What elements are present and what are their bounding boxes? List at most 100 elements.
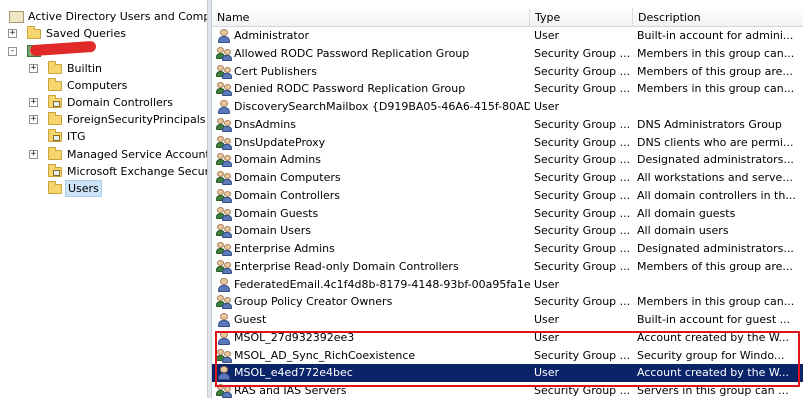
tree-item-label: Saved Queries — [46, 27, 126, 40]
folder-icon — [47, 181, 63, 195]
group-icon — [216, 64, 232, 80]
tree-root-label: Active Directory Users and Comput — [28, 10, 207, 23]
expand-icon[interactable]: + — [29, 98, 38, 107]
tree-item-label: Microsoft Exchange Securit — [67, 165, 207, 178]
table-row[interactable]: FederatedEmail.4c1f4d8b-8179-4148-93bf-0… — [212, 276, 803, 294]
cell-type: Security Group ... — [534, 171, 630, 184]
list-header: Name Type Description — [212, 8, 803, 27]
table-row[interactable]: MSOL_AD_Sync_RichCoexistence Security Gro… — [212, 347, 803, 365]
cell-name: RAS and IAS Servers — [234, 384, 347, 397]
cell-type: Security Group ... — [534, 188, 630, 202]
cell-type: User — [534, 330, 560, 344]
table-row[interactable]: Guest User Built-in account for guest ... — [212, 311, 803, 329]
group-icon — [216, 188, 232, 204]
cell-name: MSOL_27d932392ee3 — [234, 330, 355, 344]
cell-description: Security group for Windo... — [637, 348, 785, 362]
group-icon — [216, 81, 232, 97]
table-row[interactable]: Denied RODC Password Replication Group Se… — [212, 80, 803, 98]
table-row[interactable]: Enterprise Admins Security Group ... Desig… — [212, 240, 803, 258]
tree-item-label: Builtin — [67, 62, 102, 75]
cell-name: Domain Guests — [234, 206, 319, 220]
folder-icon — [26, 26, 42, 40]
folder-icon — [47, 78, 63, 92]
folder-icon — [47, 112, 63, 126]
table-row[interactable]: MSOL_e4ed772e4bec User Account created by … — [212, 364, 803, 383]
user-icon — [216, 365, 232, 381]
expand-icon[interactable]: + — [29, 150, 38, 159]
table-row[interactable]: Enterprise Read-only Domain Controllers S… — [212, 258, 803, 276]
column-header-type[interactable]: Type — [530, 8, 633, 27]
cell-name: Enterprise Admins — [234, 242, 335, 255]
cell-type: Security Group ... — [534, 384, 630, 397]
cell-description: Members in this group can... — [637, 295, 795, 309]
cell-name: Guest — [234, 313, 267, 326]
tree-item-label: Managed Service Accounts — [67, 148, 207, 161]
table-row[interactable]: Domain Users Security Group ... All domain… — [212, 222, 803, 240]
group-icon — [216, 223, 232, 239]
group-icon — [216, 135, 232, 151]
tree-item-label: ForeignSecurityPrincipals — [67, 113, 206, 126]
cell-description: All domain users — [637, 224, 729, 238]
cell-description: Servers in this group can ... — [637, 384, 789, 397]
cell-type: Security Group ... — [534, 153, 630, 167]
ad-users-computers-icon — [8, 9, 24, 23]
cell-type: Security Group ... — [534, 348, 630, 362]
cell-description: Members in this group can... — [637, 46, 795, 60]
user-icon — [216, 28, 232, 44]
table-row[interactable]: DiscoverySearchMailbox {D919BA05-46A6-41… — [212, 98, 803, 116]
table-row[interactable]: MSOL_27d932392ee3 User Account created by … — [212, 329, 803, 347]
cell-name: Denied RODC Password Replication Group — [234, 82, 466, 96]
cell-description: Members of this group are... — [637, 64, 793, 78]
cell-description: Account created by the W... — [637, 366, 789, 380]
cell-type: User — [534, 100, 560, 113]
group-icon — [216, 259, 232, 275]
table-row[interactable]: DnsUpdateProxy Security Group ... DNS clie… — [212, 134, 803, 152]
cell-name: FederatedEmail.4c1f4d8b-8179-4148-93bf-0… — [234, 277, 530, 291]
cell-type: Security Group ... — [534, 206, 630, 220]
folder-icon — [47, 147, 63, 161]
group-icon — [216, 46, 232, 62]
table-row[interactable]: Domain Controllers Security Group ... All … — [212, 187, 803, 205]
expand-icon[interactable]: + — [29, 115, 38, 124]
group-icon — [216, 117, 232, 133]
column-header-name[interactable]: Name — [212, 8, 530, 27]
group-icon — [216, 170, 232, 186]
user-icon — [216, 99, 232, 115]
folder-icon — [47, 61, 63, 75]
cell-description: Designated administrators... — [637, 153, 794, 167]
expand-icon[interactable]: + — [8, 29, 17, 38]
cell-type: Security Group ... — [534, 117, 630, 131]
table-row[interactable]: DnsAdmins Security Group ... DNS Administr… — [212, 116, 803, 134]
cell-type: Security Group ... — [534, 64, 630, 78]
user-icon — [216, 330, 232, 346]
cell-type: Security Group ... — [534, 295, 630, 309]
cell-name: Enterprise Read-only Domain Controllers — [234, 259, 459, 273]
tree-item-label: Users — [65, 180, 102, 197]
table-row[interactable]: Domain Computers Security Group ... All wo… — [212, 169, 803, 187]
cell-name: MSOL_AD_Sync_RichCoexistence — [234, 348, 416, 362]
group-icon — [216, 348, 232, 364]
collapse-icon[interactable]: - — [8, 47, 17, 56]
cell-type: Security Group ... — [534, 46, 630, 60]
column-header-description[interactable]: Description — [633, 8, 803, 27]
user-icon — [216, 312, 232, 328]
table-row[interactable]: Domain Admins Security Group ... Designate… — [212, 151, 803, 169]
console-tree: Active Directory Users and Comput + Saved… — [0, 0, 207, 398]
cell-description: Account created by the W... — [637, 330, 789, 344]
cell-name: MSOL_e4ed772e4bec — [234, 366, 353, 380]
cell-description: All domain controllers in th... — [637, 188, 796, 202]
ou-folder-icon — [47, 164, 63, 178]
table-row[interactable]: Administrator User Built-in account for ad… — [212, 27, 803, 45]
cell-type: Security Group ... — [534, 259, 630, 273]
table-row[interactable]: Cert Publishers Security Group ... Members… — [212, 63, 803, 81]
table-row[interactable]: Group Policy Creator Owners Security Grou… — [212, 293, 803, 311]
cell-name: Cert Publishers — [234, 64, 318, 78]
cell-description: Members of this group are... — [637, 259, 793, 273]
table-row[interactable]: Domain Guests Security Group ... All domai… — [212, 205, 803, 223]
expand-icon[interactable]: + — [29, 64, 38, 73]
table-row[interactable]: Allowed RODC Password Replication Group S… — [212, 45, 803, 63]
cell-description: Built-in account for guest ... — [637, 313, 791, 326]
cell-name: Group Policy Creator Owners — [234, 295, 393, 309]
table-row[interactable]: RAS and IAS Servers Security Group ... Ser… — [212, 382, 803, 398]
cell-type: User — [534, 366, 560, 380]
